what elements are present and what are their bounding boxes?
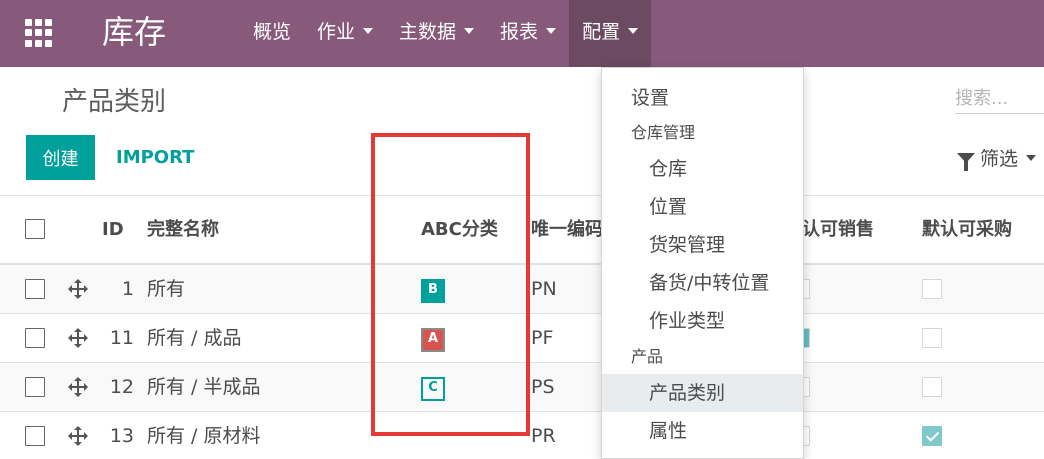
filter-label: 筛选 [980,148,1019,170]
dropdown-header-product: 产品 [631,347,664,366]
menu-overview[interactable]: 概览 [240,0,304,67]
drag-handle-icon[interactable] [67,376,89,398]
row-checkbox[interactable] [25,426,45,446]
cell-name: 所有 [147,278,186,300]
apps-grid-icon[interactable] [25,19,53,47]
menu-master-data-label: 主数据 [399,21,457,43]
cell-code: PS [531,376,555,398]
top-navbar: 库存 概览 作业 主数据 报表 配置 [0,0,1044,67]
dropdown-header-warehouse: 仓库管理 [631,123,696,142]
main-menu: 概览 作业 主数据 报表 配置 [240,0,652,67]
cell-id: 12 [109,376,134,398]
menu-configuration[interactable]: 配置 [569,0,652,67]
chevron-down-icon [628,27,639,34]
dropdown-item-product-1[interactable]: 属性 [602,412,803,450]
filter-button[interactable]: 筛选 [957,144,1037,171]
purchase-checkbox [922,377,942,397]
dropdown-item-warehouse-4[interactable]: 作业类型 [602,302,803,340]
menu-overview-label: 概览 [253,21,292,43]
cell-name: 所有 / 半成品 [147,376,261,398]
cell-id: 1 [121,278,134,300]
drag-handle-icon[interactable] [67,278,89,300]
chevron-down-icon [1026,154,1037,161]
highlight-annotation [371,133,530,436]
row-checkbox[interactable] [25,377,45,397]
chevron-down-icon [363,27,374,34]
cell-id: 13 [109,425,134,447]
chevron-down-icon [464,27,475,34]
dropdown-item-warehouse-0[interactable]: 仓库 [602,150,803,188]
cell-code: PF [531,327,554,349]
menu-operations[interactable]: 作业 [304,0,386,67]
column-header-name[interactable]: 完整名称 [147,196,219,263]
select-all-checkbox[interactable] [25,219,45,239]
import-button[interactable]: IMPORT [104,135,206,180]
filter-icon [957,153,975,171]
row-checkbox[interactable] [25,328,45,348]
chevron-down-icon [546,27,557,34]
page-title: 产品类别 [62,87,167,117]
dropdown-item-settings[interactable]: 设置 [602,79,803,117]
cell-code: PN [531,278,557,300]
menu-master-data[interactable]: 主数据 [386,0,487,67]
menu-operations-label: 作业 [317,21,356,43]
column-header-purchase[interactable]: 默认可采购 [922,196,1012,263]
configuration-dropdown: 设置 仓库管理 仓库 位置 货架管理 备货/中转位置 作业类型 产品 产品类别 属性 [601,67,804,459]
create-button[interactable]: 创建 [26,135,95,180]
app-title[interactable]: 库存 [102,12,166,52]
menu-reporting[interactable]: 报表 [487,0,569,67]
cell-name: 所有 / 原材料 [147,425,261,447]
drag-handle-icon[interactable] [67,425,89,447]
menu-reporting-label: 报表 [500,21,539,43]
dropdown-item-warehouse-1[interactable]: 位置 [602,188,803,226]
cell-code: PR [531,425,556,447]
purchase-checkbox [922,328,942,348]
dropdown-item-product-0[interactable]: 产品类别 [602,374,803,412]
cell-name: 所有 / 成品 [147,327,242,349]
column-header-code[interactable]: 唯一编码 [531,196,603,263]
dropdown-item-warehouse-2[interactable]: 货架管理 [602,226,803,264]
search-input[interactable] [955,84,1044,114]
row-checkbox[interactable] [25,279,45,299]
column-header-id[interactable]: ID [102,196,124,263]
purchase-checkbox [922,426,942,446]
menu-configuration-label: 配置 [582,21,621,43]
purchase-checkbox [922,279,942,299]
dropdown-item-warehouse-3[interactable]: 备货/中转位置 [602,264,803,302]
drag-handle-icon[interactable] [67,327,89,349]
cell-id: 11 [109,327,134,349]
